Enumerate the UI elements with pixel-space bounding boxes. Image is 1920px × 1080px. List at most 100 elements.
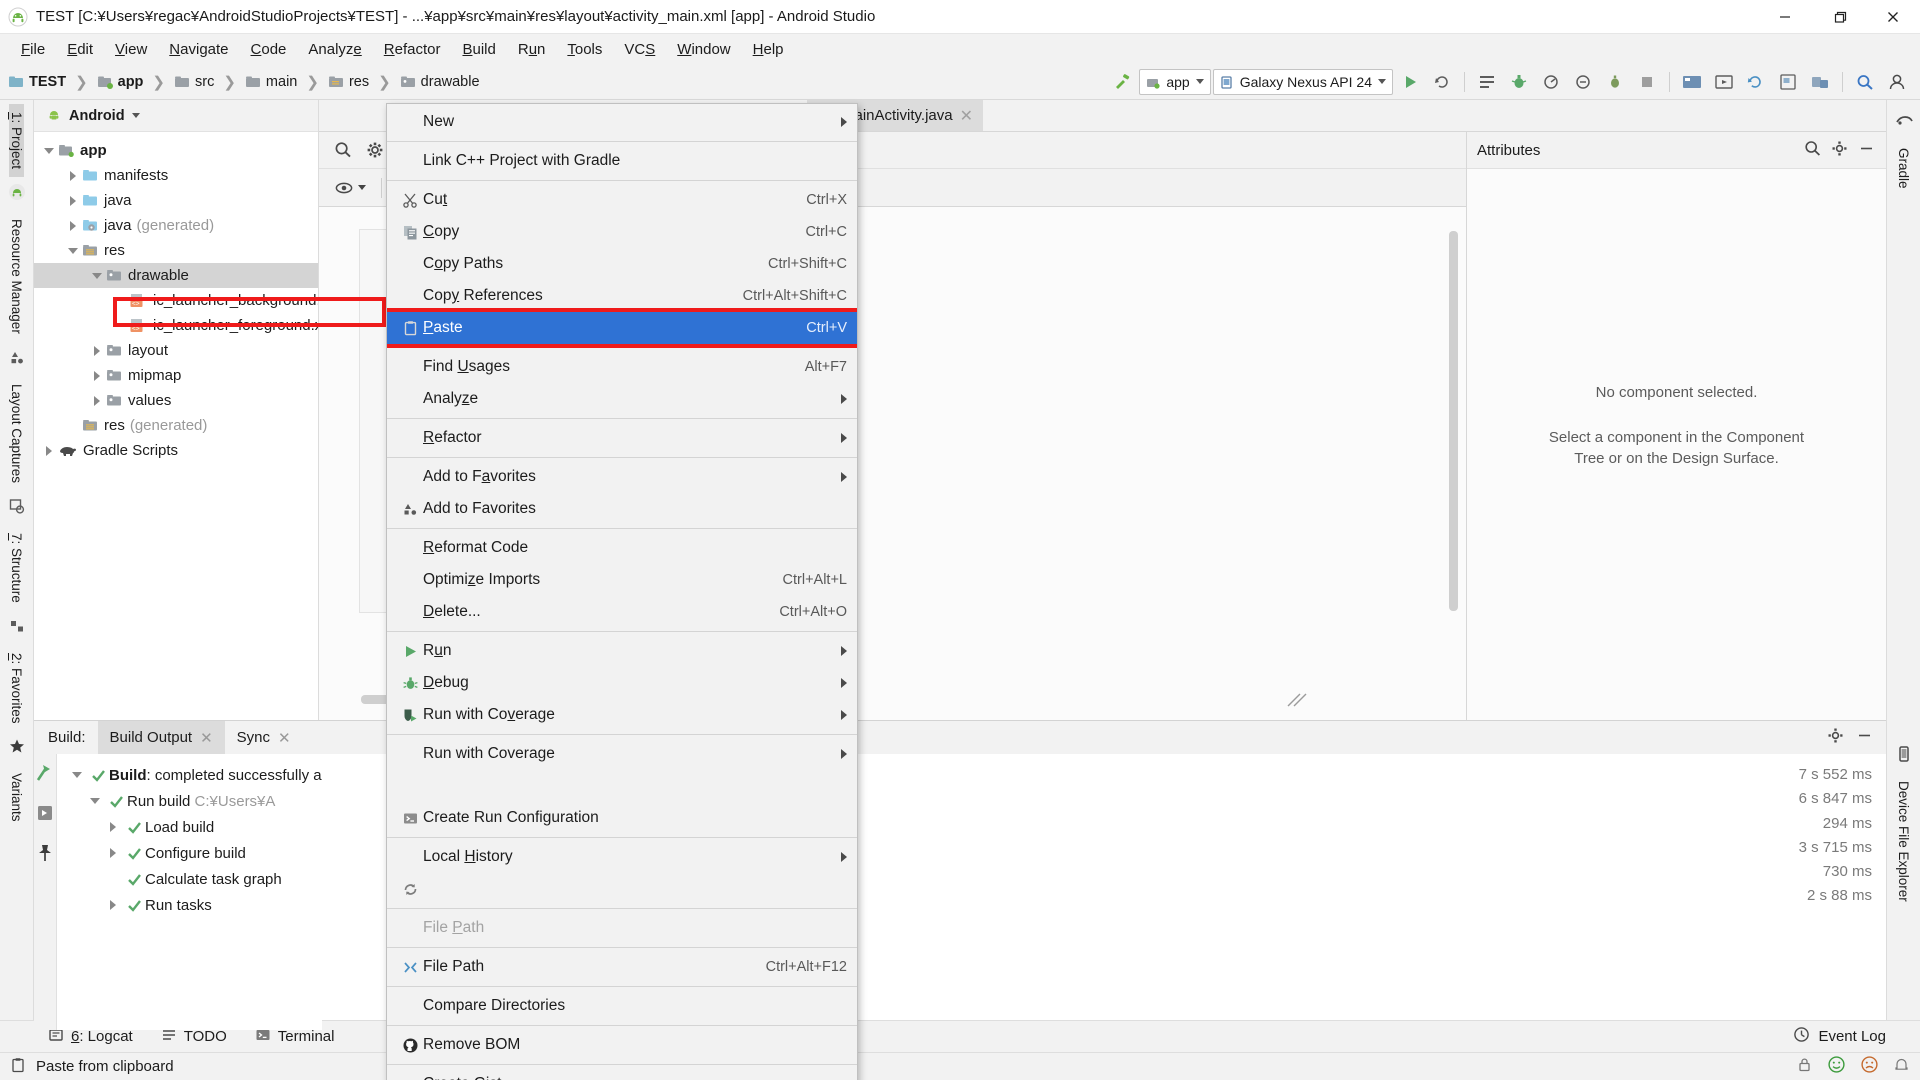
close-icon[interactable]: ✕ [960, 106, 973, 126]
build-row-build[interactable]: Build: completed successfully a [57, 762, 322, 788]
menu-item-create-run-configuration[interactable]: Run with Coverage [387, 738, 857, 770]
menu-run[interactable]: Run [507, 38, 557, 61]
chevron-down-icon[interactable] [131, 113, 140, 118]
build-hammer-icon[interactable] [1107, 68, 1137, 96]
menu-item-create-gist[interactable]: Remove BOM [387, 1029, 857, 1061]
analyze-apk-icon[interactable] [1600, 68, 1630, 96]
debug-button[interactable] [1504, 68, 1534, 96]
menu-file[interactable]: File [10, 38, 56, 61]
close-icon[interactable]: ✕ [278, 729, 291, 747]
menu-vcs[interactable]: VCS [613, 38, 666, 61]
user-profile-icon[interactable] [1882, 68, 1912, 96]
tree-node-res-generated[interactable]: res (generated) [34, 413, 318, 438]
device-manager-icon[interactable] [1805, 68, 1835, 96]
menu-item-debug[interactable]: Debug [387, 667, 857, 699]
tree-node-ic-launcher-foreground[interactable]: <> ic_launcher_foreground.xml [34, 313, 318, 338]
structure-icon[interactable] [8, 617, 26, 639]
menu-item-paste[interactable]: Paste Ctrl+V [387, 312, 857, 344]
event-log-button[interactable]: Event Log [1793, 1026, 1904, 1047]
tree-node-layout[interactable]: layout [34, 338, 318, 363]
tab-sync[interactable]: Sync ✕ [225, 721, 303, 754]
sync-gradle-icon[interactable] [1741, 68, 1771, 96]
minimize-panel-icon[interactable] [1857, 139, 1876, 162]
menu-item-reformat-code[interactable]: Reformat Code [387, 532, 857, 564]
expand-arrow-icon[interactable] [103, 900, 123, 910]
canvas-vertical-scrollbar[interactable] [1449, 231, 1458, 611]
breadcrumb-src[interactable]: src [174, 74, 214, 90]
expand-arrow-icon[interactable] [64, 195, 82, 206]
menu-item-delete[interactable]: Delete... Ctrl+Alt+O [387, 596, 857, 628]
expand-arrow-icon[interactable] [40, 147, 58, 154]
menu-view[interactable]: View [104, 38, 158, 61]
search-everywhere-icon[interactable] [1850, 68, 1880, 96]
sdk-manager-icon[interactable] [1677, 68, 1707, 96]
menu-help[interactable]: Help [742, 38, 795, 61]
notifications-icon[interactable] [1893, 1056, 1910, 1077]
menu-item-compare-directories[interactable]: File Path Ctrl+Alt+F12 [387, 951, 857, 983]
sad-face-icon[interactable] [1860, 1055, 1879, 1078]
sidebar-item-variants[interactable]: Variants [9, 765, 24, 830]
minimize-button[interactable] [1758, 0, 1812, 34]
resource-shapes-icon[interactable] [8, 348, 26, 370]
menu-item-new[interactable]: New [387, 106, 857, 138]
expand-arrow-icon[interactable] [40, 445, 58, 456]
expand-arrow-icon[interactable] [64, 247, 82, 254]
tree-node-java[interactable]: java [34, 188, 318, 213]
menu-build[interactable]: Build [451, 38, 506, 61]
device-file-explorer-icon[interactable] [1895, 745, 1913, 767]
expand-arrow-icon[interactable] [67, 772, 87, 778]
tree-node-gradle-scripts[interactable]: Gradle Scripts [34, 438, 318, 463]
expand-arrow-icon[interactable] [88, 272, 106, 279]
tree-node-values[interactable]: values [34, 388, 318, 413]
menu-item-optimize-imports[interactable]: Optimize Imports Ctrl+Alt+L [387, 564, 857, 596]
sidebar-item-gradle[interactable]: Gradle [1896, 140, 1911, 197]
close-icon[interactable]: ✕ [200, 729, 213, 747]
menu-item-show-in-resource-manager[interactable]: Add to Favorites [387, 493, 857, 525]
menu-item-open-in-terminal[interactable]: Create Run Configuration [387, 802, 857, 834]
gradle-icon[interactable] [1895, 112, 1913, 134]
close-button[interactable] [1866, 0, 1920, 34]
profile-button[interactable] [1536, 68, 1566, 96]
tree-node-manifests[interactable]: manifests [34, 163, 318, 188]
project-view-header[interactable]: Android [34, 100, 318, 132]
sidebar-item-structure[interactable]: 7: Structure [9, 525, 24, 611]
expand-arrow-icon[interactable] [64, 170, 82, 181]
expand-arrow-icon[interactable] [88, 395, 106, 406]
tree-node-app[interactable]: app [34, 138, 318, 163]
apply-code-changes-icon[interactable] [1472, 68, 1502, 96]
pin-icon[interactable] [34, 842, 56, 868]
menu-edit[interactable]: Edit [56, 38, 104, 61]
menu-code[interactable]: Code [240, 38, 298, 61]
gear-icon[interactable] [1830, 139, 1849, 162]
menu-item-add-to-favorites[interactable]: Add to Favorites [387, 461, 857, 493]
build-row-calculate-task-graph[interactable]: Calculate task graph [57, 866, 322, 892]
menu-window[interactable]: Window [666, 38, 741, 61]
search-icon[interactable] [1803, 139, 1822, 162]
build-row-run-tasks[interactable]: Run tasks [57, 892, 322, 918]
sidebar-item-device-file-explorer[interactable]: Device File Explorer [1896, 773, 1911, 910]
toggle-tasks-icon[interactable] [34, 802, 56, 828]
tree-node-mipmap[interactable]: mipmap [34, 363, 318, 388]
expand-arrow-icon[interactable] [85, 798, 105, 804]
expand-arrow-icon[interactable] [103, 848, 123, 858]
lock-icon[interactable] [1796, 1056, 1813, 1077]
star-icon[interactable] [8, 737, 26, 759]
build-row-configure-build[interactable]: Configure build [57, 840, 322, 866]
menu-item-run[interactable]: Run [387, 635, 857, 667]
gear-icon[interactable] [361, 138, 389, 162]
sidebar-item-layout-captures[interactable]: Layout Captures [9, 376, 24, 491]
menu-refactor[interactable]: Refactor [373, 38, 452, 61]
menu-item-show-in-explorer[interactable] [387, 770, 857, 802]
happy-face-icon[interactable] [1827, 1055, 1846, 1078]
breadcrumb-main[interactable]: main [245, 74, 297, 90]
device-selector[interactable]: Galaxy Nexus API 24 [1212, 68, 1393, 95]
menu-item-cut[interactable]: Cut Ctrl+X [387, 184, 857, 216]
tree-node-res[interactable]: res [34, 238, 318, 263]
tree-node-java-generated[interactable]: java (generated) [34, 213, 318, 238]
minimize-panel-icon[interactable] [1855, 726, 1874, 749]
menu-item-find-usages[interactable]: Find Usages Alt+F7 [387, 351, 857, 383]
stop-button[interactable] [1632, 68, 1662, 96]
menu-tools[interactable]: Tools [556, 38, 613, 61]
apply-changes-icon[interactable] [1427, 68, 1457, 96]
run-button[interactable] [1395, 68, 1425, 96]
